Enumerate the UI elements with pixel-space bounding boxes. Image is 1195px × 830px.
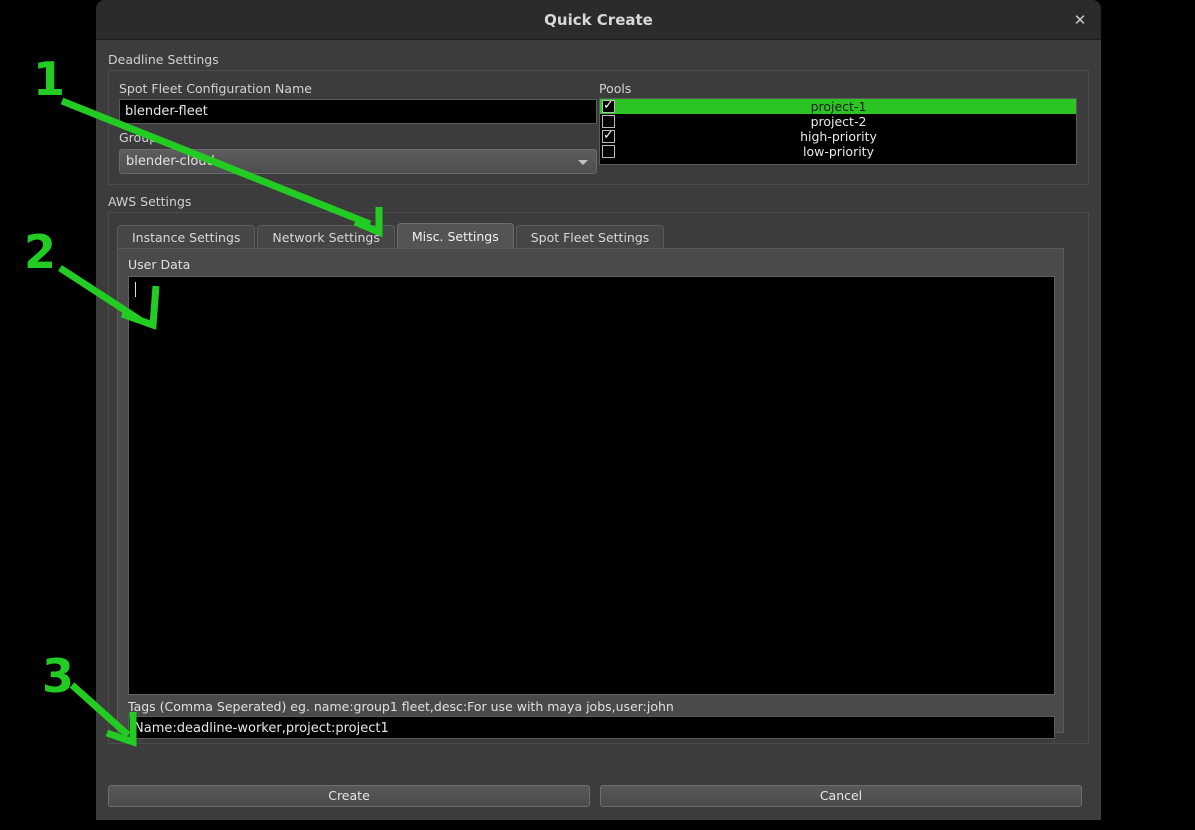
tab-instance-settings[interactable]: Instance Settings — [117, 225, 256, 249]
user-data-textarea[interactable] — [128, 276, 1055, 695]
annotation-number-3: 3 — [42, 649, 75, 703]
group-dropdown-value: blender-cloud — [126, 154, 215, 169]
pool-list-item[interactable]: low-priority — [600, 144, 1076, 159]
misc-settings-panel: User Data Tags (Comma Seperated) eg. nam… — [117, 248, 1064, 739]
checkbox-checked-icon[interactable] — [602, 99, 615, 114]
pool-list-item[interactable]: project-2 — [600, 114, 1076, 129]
checkbox-checked-icon[interactable] — [602, 127, 615, 144]
pool-label: low-priority — [803, 144, 874, 159]
aws-settings-tabbar[interactable]: Instance Settings Network Settings Misc. S… — [117, 223, 666, 249]
user-data-label: User Data — [128, 257, 191, 272]
annotation-number-2: 2 — [24, 225, 57, 279]
pools-list[interactable]: project-1project-2high-prioritylow-prior… — [599, 98, 1077, 165]
pool-label: project-2 — [810, 114, 867, 129]
dialog-title: Quick Create — [544, 11, 653, 29]
aws-settings-title: AWS Settings — [108, 194, 192, 209]
screen: Quick Create ✕ Deadline Settings Spot Fl… — [0, 0, 1195, 830]
tab-misc-settings[interactable]: Misc. Settings — [396, 223, 514, 249]
text-caret — [135, 282, 136, 297]
checkbox-unchecked-icon[interactable] — [602, 145, 615, 158]
tags-label: Tags (Comma Seperated) eg. name:group1 f… — [128, 699, 674, 714]
dialog-body: Deadline Settings Spot Fleet Configurati… — [96, 40, 1101, 820]
chevron-down-icon — [578, 159, 588, 165]
group-label: Group — [119, 130, 158, 145]
spot-fleet-name-input[interactable]: blender-fleet — [119, 99, 597, 124]
create-button[interactable]: Create — [108, 785, 590, 807]
pool-label: project-1 — [810, 99, 867, 114]
spot-fleet-name-label: Spot Fleet Configuration Name — [119, 81, 312, 96]
tab-spot-fleet-settings[interactable]: Spot Fleet Settings — [515, 225, 665, 249]
quick-create-dialog: Quick Create ✕ Deadline Settings Spot Fl… — [96, 0, 1101, 820]
pools-label: Pools — [599, 81, 632, 96]
pool-label: high-priority — [800, 129, 877, 144]
group-dropdown[interactable]: blender-cloud — [119, 149, 597, 174]
deadline-settings-group: Spot Fleet Configuration Name blender-fl… — [108, 70, 1089, 185]
close-icon[interactable]: ✕ — [1067, 8, 1093, 32]
tab-network-settings[interactable]: Network Settings — [257, 225, 395, 249]
deadline-settings-title: Deadline Settings — [108, 52, 219, 67]
annotation-number-1: 1 — [33, 52, 66, 106]
tags-input[interactable]: Name:deadline-worker,project:project1 — [128, 716, 1055, 739]
aws-settings-group: Instance Settings Network Settings Misc. S… — [108, 212, 1089, 744]
dialog-titlebar: Quick Create ✕ — [96, 0, 1101, 40]
pool-list-item[interactable]: high-priority — [600, 127, 1076, 144]
cancel-button[interactable]: Cancel — [600, 785, 1082, 807]
pool-list-item[interactable]: project-1 — [600, 99, 1076, 114]
